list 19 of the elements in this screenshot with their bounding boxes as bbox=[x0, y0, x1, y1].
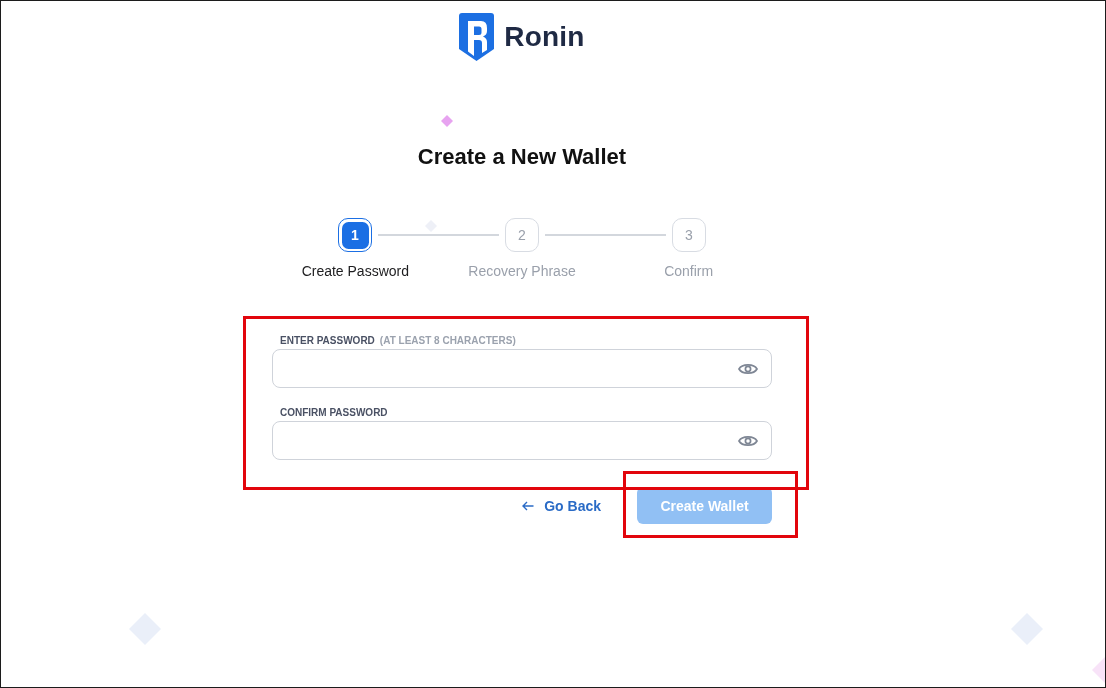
step-label: Recovery Phrase bbox=[468, 263, 576, 279]
step-number: 1 bbox=[338, 218, 372, 252]
shield-logo-icon bbox=[459, 13, 495, 61]
field-label: CONFIRM PASSWORD bbox=[280, 406, 388, 418]
eye-icon[interactable] bbox=[738, 433, 758, 448]
field-hint: (AT LEAST 8 CHARACTERS) bbox=[379, 334, 516, 346]
step-label: Create Password bbox=[301, 263, 409, 279]
password-field[interactable] bbox=[272, 421, 772, 460]
logo-text: Ronin bbox=[504, 20, 585, 54]
arrow-left-icon bbox=[522, 500, 535, 511]
step-number: 2 bbox=[505, 218, 539, 252]
field-label: ENTER PASSWORD bbox=[280, 334, 375, 346]
step-number: 3 bbox=[672, 218, 706, 252]
eye-icon[interactable] bbox=[738, 361, 758, 376]
go-back-link[interactable]: Go Back bbox=[522, 497, 601, 514]
page-title: Create a New Wallet bbox=[417, 143, 627, 171]
diamond-icon bbox=[441, 115, 453, 127]
password-field[interactable] bbox=[272, 349, 772, 388]
step-label: Confirm bbox=[664, 263, 714, 279]
